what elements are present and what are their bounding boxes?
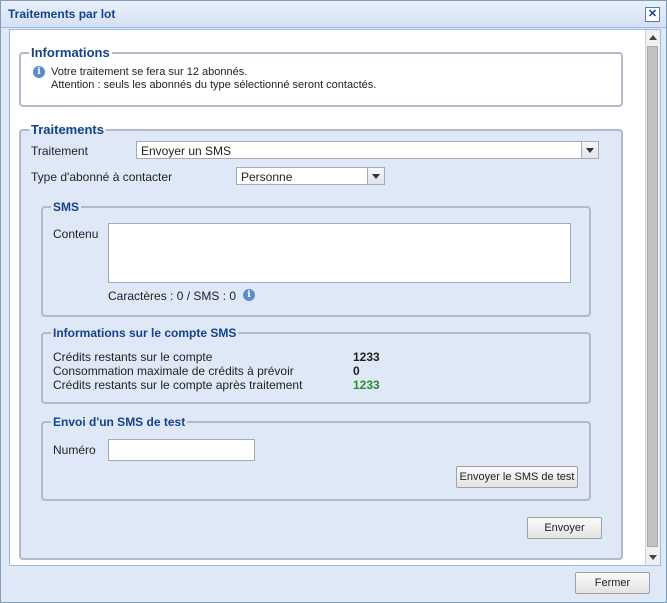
info-icon[interactable]: i	[243, 289, 255, 301]
scroll-thumb[interactable]	[647, 46, 658, 547]
consommation-value: 0	[353, 364, 360, 378]
traitement-select[interactable]: Envoyer un SMS	[136, 141, 599, 159]
dialog-title: Traitements par lot	[8, 7, 116, 21]
credits-apres-value: 1233	[353, 378, 380, 392]
dialog-titlebar: Traitements par lot ✕	[1, 1, 666, 28]
credits-apres-label: Crédits restants sur le compte après tra…	[53, 378, 303, 392]
envoyer-button[interactable]: Envoyer	[527, 517, 602, 539]
chevron-down-icon[interactable]	[581, 142, 598, 158]
credits-restants-label: Crédits restants sur le compte	[53, 350, 213, 364]
type-abonne-select[interactable]: Personne	[236, 167, 385, 185]
sms-legend: SMS	[53, 200, 80, 214]
contenu-label: Contenu	[53, 227, 99, 241]
sms-test-legend: Envoi d'un SMS de test	[53, 415, 186, 429]
fermer-button[interactable]: Fermer	[575, 572, 650, 594]
info-line-2: Attention : seuls les abonnés du type sé…	[51, 79, 377, 91]
informations-legend: Informations	[31, 45, 110, 60]
type-abonne-label: Type d'abonné à contacter	[31, 170, 173, 184]
numero-label: Numéro	[53, 443, 96, 457]
compte-sms-legend: Informations sur le compte SMS	[53, 326, 237, 340]
numero-input[interactable]	[108, 439, 255, 461]
contenu-textarea[interactable]	[108, 223, 571, 283]
sms-counter: Caractères : 0 / SMS : 0	[108, 289, 237, 303]
consommation-label: Consommation maximale de crédits à prévo…	[53, 364, 294, 378]
traitement-select-value: Envoyer un SMS	[141, 144, 232, 158]
traitement-label: Traitement	[31, 144, 88, 158]
dialog-window: Traitements par lot ✕ Informations i Vot…	[0, 0, 667, 603]
send-test-sms-button[interactable]: Envoyer le SMS de test	[456, 466, 578, 488]
scroll-up-arrow-icon[interactable]	[649, 35, 657, 40]
info-icon: i	[33, 66, 45, 78]
traitements-legend: Traitements	[31, 122, 104, 137]
close-icon[interactable]: ✕	[645, 7, 660, 22]
type-abonne-select-value: Personne	[241, 170, 293, 184]
chevron-down-icon[interactable]	[367, 168, 384, 184]
vertical-scrollbar[interactable]	[645, 30, 660, 565]
credits-restants-value: 1233	[353, 350, 380, 364]
info-line-1: Votre traitement se fera sur 12 abonnés.	[51, 66, 248, 78]
scroll-down-arrow-icon[interactable]	[649, 555, 657, 560]
